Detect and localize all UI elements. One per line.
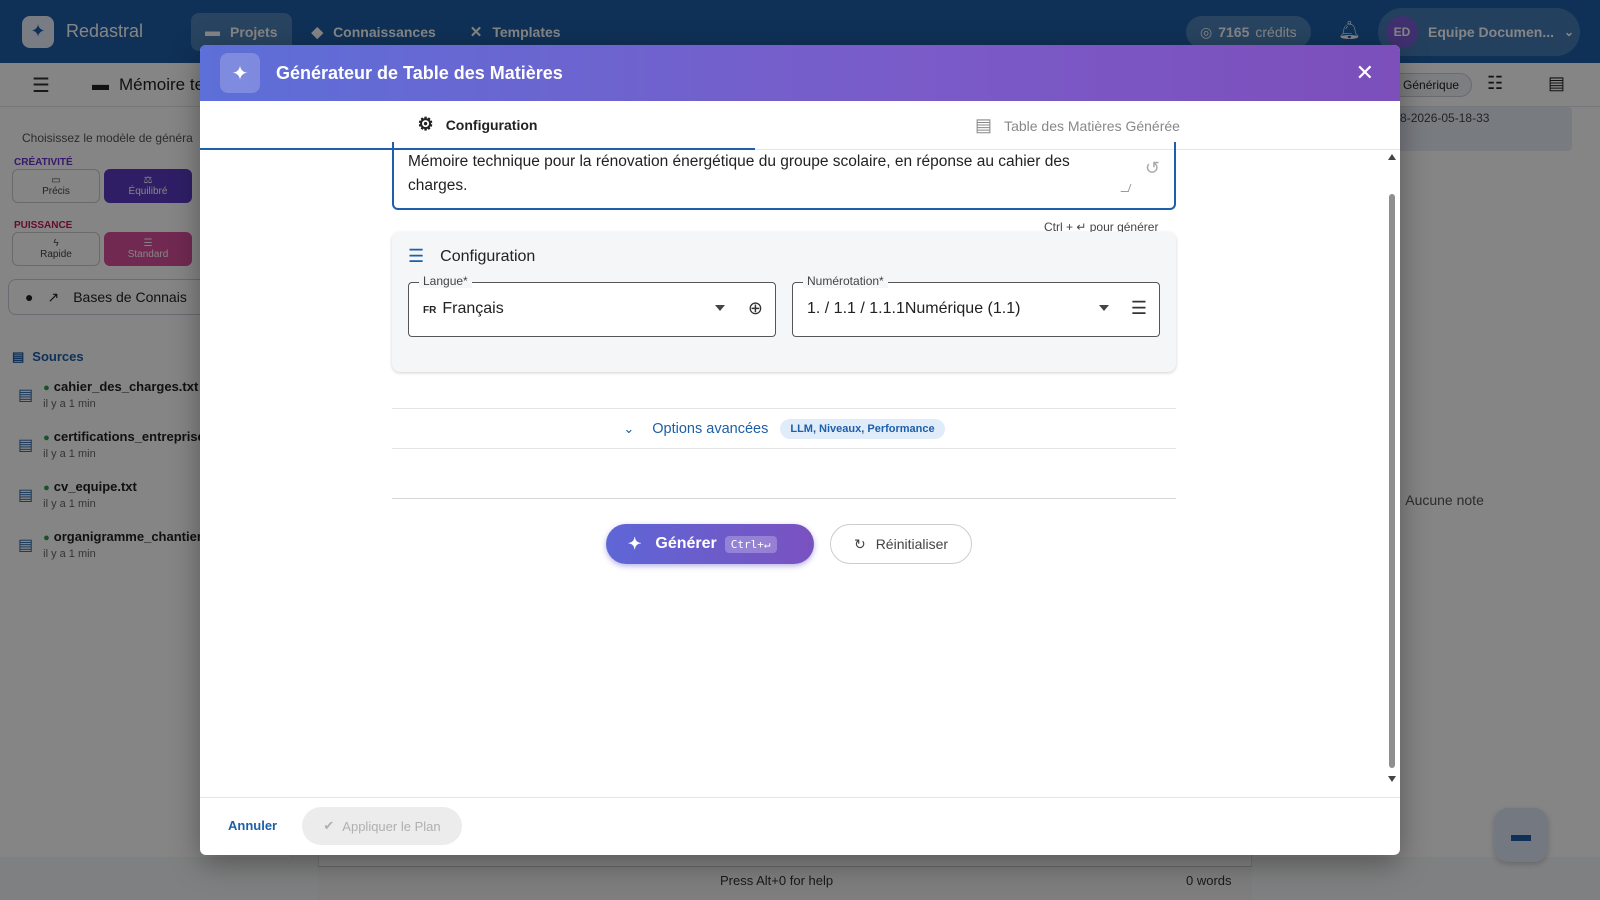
dialog-body: Mémoire technique pour la rénovation éne… [200,142,1400,790]
sparkles-icon: ✦ [220,53,260,93]
gear-icon: ⚙ [417,114,434,134]
numbering-select[interactable]: Numérotation* 1. / 1.1 / 1.1.1Numérique … [792,274,1160,337]
sparkles-icon: ✦ [628,536,642,553]
generate-button[interactable]: ✦ Générer Ctrl+↵ [606,524,814,564]
prompt-textarea[interactable]: Mémoire technique pour la rénovation éne… [392,142,1176,210]
tab-label: Configuration [445,116,538,133]
numbered-list-icon: ☰ [1130,298,1147,318]
apply-plan-button[interactable]: ✔ Appliquer le Plan [302,807,462,845]
advanced-options-label: Options avancées [652,420,769,437]
tab-label: Table des Matières Générée [1004,117,1180,134]
scroll-down-icon[interactable] [1388,776,1396,782]
cancel-button[interactable]: Annuler [228,818,277,833]
divider [392,498,1176,499]
configuration-header: ☰ Configuration [408,246,535,267]
language-code: FR [423,305,437,316]
prompt-text: Mémoire technique pour la rénovation éne… [408,153,1070,194]
history-icon[interactable]: ↺ [1145,156,1160,180]
dialog-title: Générateur de Table des Matières [276,62,563,83]
refresh-icon: ↻ [853,535,866,552]
advanced-options-badge: LLM, Niveaux, Performance [780,418,945,439]
language-select[interactable]: Langue* FR Français ⊕ [408,274,776,337]
scrollbar-thumb[interactable] [1389,194,1395,768]
reset-label: Réinitialiser [875,536,949,552]
dialog-footer: Annuler ✔ Appliquer le Plan [200,797,1400,855]
tune-icon: ☰ [408,246,425,266]
generate-label: Générer [655,535,717,552]
numbering-value: 1. / 1.1 / 1.1.1Numérique (1.1) [807,300,1021,317]
dropdown-arrow-icon [715,305,725,311]
dialog-scrollbar[interactable] [1386,150,1398,790]
generate-shortcut: Ctrl+↵ [724,535,777,553]
globe-icon: ⊕ [747,298,763,318]
check-circle-icon: ✔ [323,818,335,833]
apply-plan-label: Appliquer le Plan [342,818,441,834]
dialog-header: ✦ Générateur de Table des Matières ✕ [200,45,1400,101]
chevron-down-icon: ⌄ [623,420,635,436]
language-value: Français [442,300,504,317]
toc-generator-dialog: ✦ Générateur de Table des Matières ✕ ⚙ C… [200,45,1400,855]
numbering-label: Numérotation* [803,274,888,288]
configuration-card: ☰ Configuration Langue* FR Français ⊕ Nu… [392,232,1176,372]
list-alt-icon: ▤ [975,115,993,135]
dropdown-arrow-icon [1099,305,1109,311]
reset-button[interactable]: ↻ Réinitialiser [830,524,972,564]
scroll-up-icon[interactable] [1388,154,1396,160]
resize-handle[interactable] [1120,184,1132,192]
configuration-title: Configuration [440,247,536,265]
language-label: Langue* [419,274,472,288]
advanced-options-toggle[interactable]: ⌄ Options avancées LLM, Niveaux, Perform… [392,408,1176,449]
close-icon[interactable]: ✕ [1356,59,1374,87]
